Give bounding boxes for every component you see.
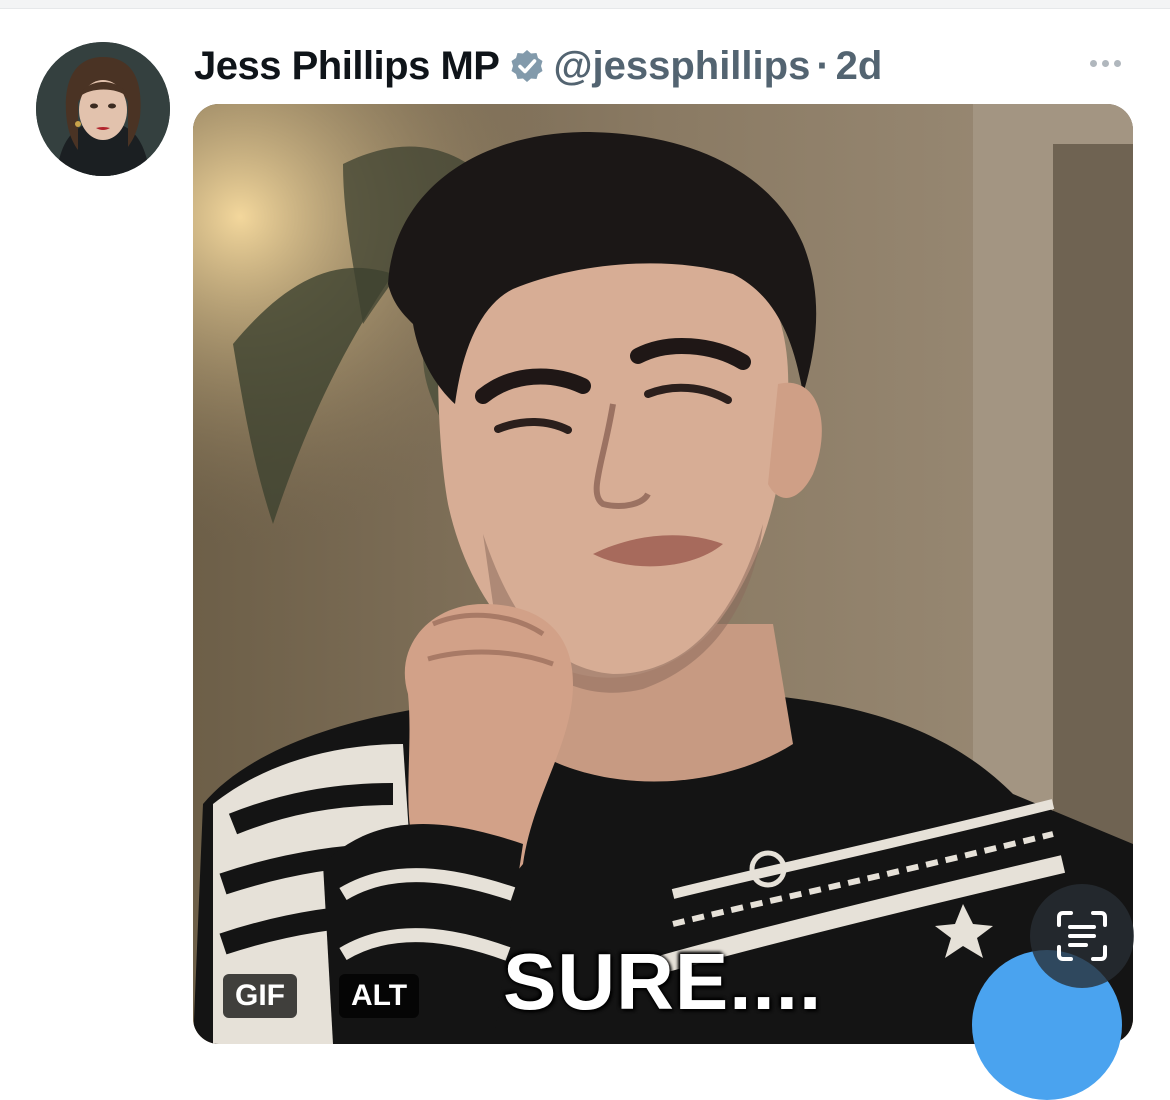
text-scan-icon[interactable] <box>1030 884 1134 988</box>
handle[interactable]: @jessphillips <box>553 44 810 89</box>
verified-badge-icon <box>509 48 545 84</box>
display-name[interactable]: Jess Phillips MP <box>194 44 500 89</box>
gif-caption: SURE.... <box>503 937 823 1026</box>
separator-dot: · <box>816 43 830 88</box>
gif-badge: GIF <box>223 974 297 1018</box>
timestamp[interactable]: 2d <box>836 44 883 89</box>
more-options-icon[interactable] <box>1080 48 1130 78</box>
gif-frame <box>193 104 1133 1044</box>
top-divider <box>0 0 1170 9</box>
avatar[interactable] <box>36 42 170 176</box>
avatar-photo-icon <box>36 42 170 176</box>
gif-media[interactable]: GIF ALT SURE.... <box>193 104 1133 1044</box>
alt-text-button[interactable]: ALT <box>339 974 420 1018</box>
tweet-header: Jess Phillips MP @jessphillips · 2d <box>194 36 882 96</box>
